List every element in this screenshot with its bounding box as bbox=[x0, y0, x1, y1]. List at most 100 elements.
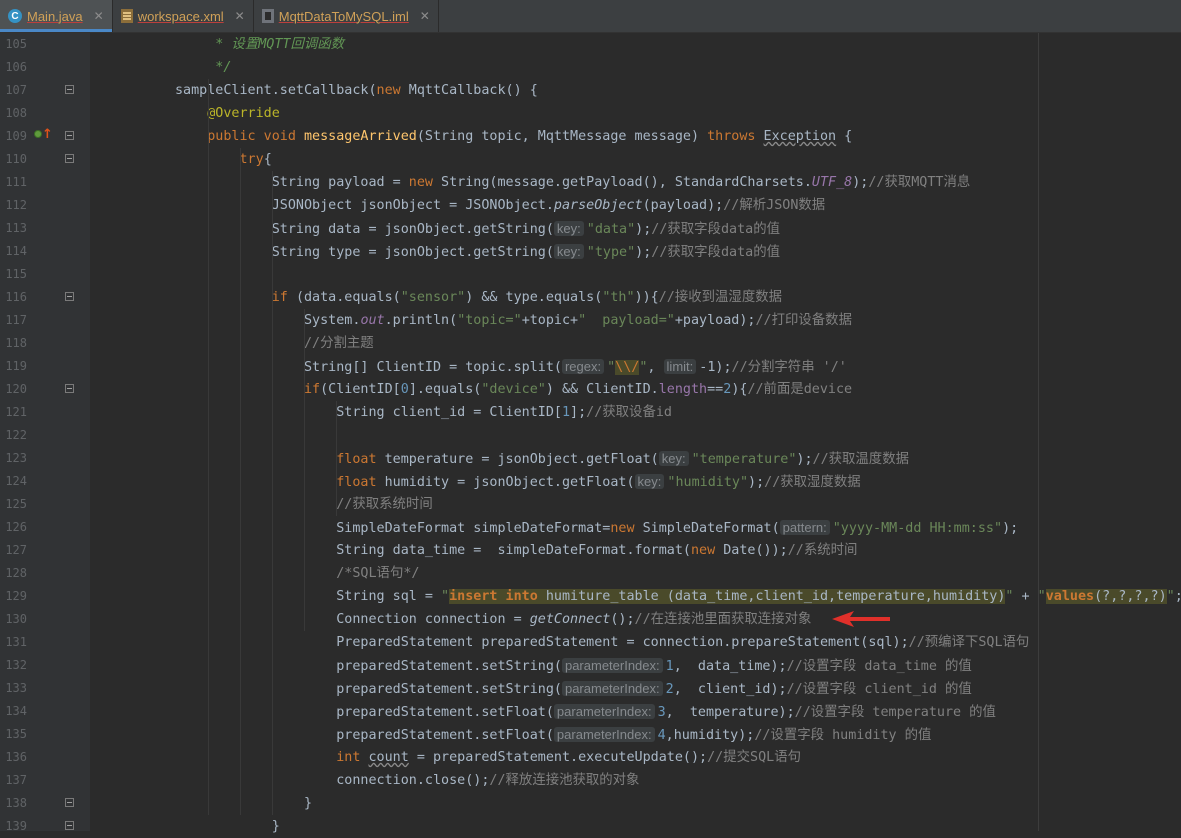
code-text: int count = preparedStatement.executeUpd… bbox=[175, 746, 801, 769]
tab-xml[interactable]: workspace.xml ✕ bbox=[113, 0, 254, 32]
code-token: , data_time); bbox=[673, 659, 787, 674]
code-line[interactable]: 105 * 设置MQTT回调函数 bbox=[0, 33, 1181, 56]
fold-marker-icon[interactable] bbox=[65, 821, 74, 830]
code-line[interactable]: 125 //获取系统时间 bbox=[0, 493, 1181, 516]
code-line[interactable]: 109 ↑ public void messageArrived(String t… bbox=[0, 125, 1181, 148]
code-token: //获取设备id bbox=[586, 405, 672, 420]
code-line[interactable]: 112 JSONObject jsonObject = JSONObject.p… bbox=[0, 194, 1181, 217]
code-line[interactable]: 121 String client_id = ClientID[1];//获取设… bbox=[0, 401, 1181, 424]
code-line[interactable]: 122 bbox=[0, 424, 1181, 447]
fold-marker-icon[interactable] bbox=[65, 798, 74, 807]
code-line[interactable]: 136 int count = preparedStatement.execut… bbox=[0, 746, 1181, 769]
code-line[interactable]: 113 String data = jsonObject.getString(k… bbox=[0, 217, 1181, 240]
line-number: 111 bbox=[5, 175, 27, 189]
code-token: count bbox=[368, 750, 409, 765]
code-line[interactable]: 118 //分割主题 bbox=[0, 332, 1181, 355]
code-line[interactable]: 129 String sql = "insert into humiture_t… bbox=[0, 585, 1181, 608]
code-text: sampleClient.setCallback(new MqttCallbac… bbox=[175, 79, 538, 102]
code-token: " bbox=[607, 360, 616, 375]
code-line[interactable]: 119 String[] ClientID = topic.split(rege… bbox=[0, 355, 1181, 378]
code-line[interactable]: 137 connection.close();//释放连接池获取的对象 bbox=[0, 769, 1181, 792]
code-token: { bbox=[263, 152, 272, 167]
code-text: float temperature = jsonObject.getFloat(… bbox=[175, 447, 909, 471]
code-token: if bbox=[304, 382, 321, 397]
code-line[interactable]: 123 float temperature = jsonObject.getFl… bbox=[0, 447, 1181, 470]
code-token: new bbox=[376, 83, 409, 98]
line-number: 114 bbox=[5, 244, 27, 258]
tab-label: Main.java bbox=[27, 8, 83, 24]
line-number: 120 bbox=[5, 382, 27, 396]
code-text: System.out.println("topic="+topic+" payl… bbox=[175, 309, 852, 332]
parameter-hint: parameterIndex: bbox=[561, 658, 663, 673]
code-editor[interactable]: 105 * 设置MQTT回调函数 106 */107 sampleClient.se… bbox=[0, 33, 1181, 834]
code-token: ){ bbox=[731, 382, 748, 397]
close-tab-icon[interactable]: ✕ bbox=[94, 9, 104, 23]
close-tab-icon[interactable]: ✕ bbox=[235, 9, 245, 23]
code-line[interactable]: 131 PreparedStatement preparedStatement … bbox=[0, 631, 1181, 654]
code-token: ; bbox=[1175, 589, 1181, 604]
code-text: Connection connection = getConnect();//在… bbox=[175, 608, 811, 631]
fold-marker-icon[interactable] bbox=[65, 154, 74, 163]
close-tab-icon[interactable]: ✕ bbox=[420, 9, 430, 23]
code-token: temperature = jsonObject.getFloat( bbox=[384, 452, 659, 467]
parameter-hint: key: bbox=[658, 451, 689, 466]
code-token: //设置字段 data_time 的值 bbox=[786, 659, 972, 674]
code-line[interactable]: 108 @Override bbox=[0, 102, 1181, 125]
tab-java[interactable]: C Main.java ✕ bbox=[0, 0, 113, 32]
indent-guide bbox=[208, 79, 209, 815]
code-token: ); bbox=[1002, 521, 1019, 536]
code-token: +payload); bbox=[674, 313, 756, 328]
code-line[interactable]: 127 String data_time = simpleDateFormat.… bbox=[0, 539, 1181, 562]
parameter-hint: parameterIndex: bbox=[553, 727, 655, 742]
line-number: 132 bbox=[5, 658, 27, 672]
code-line[interactable]: 120 if(ClientID[0].equals("device") && C… bbox=[0, 378, 1181, 401]
code-line[interactable]: 135 preparedStatement.setFloat(parameter… bbox=[0, 723, 1181, 746]
fold-marker-icon[interactable] bbox=[65, 292, 74, 301]
code-line[interactable]: 106 */ bbox=[0, 56, 1181, 79]
fold-marker-icon[interactable] bbox=[65, 85, 74, 94]
code-line[interactable]: 114 String type = jsonObject.getString(k… bbox=[0, 240, 1181, 263]
code-line[interactable]: 115 bbox=[0, 263, 1181, 286]
code-token: "th" bbox=[602, 290, 635, 305]
editor-tab-bar: C Main.java ✕ workspace.xml ✕ MqttDataToMySQL… bbox=[0, 0, 1181, 33]
code-line[interactable]: 138 } bbox=[0, 792, 1181, 815]
code-token: Date()); bbox=[723, 543, 788, 558]
code-text: preparedStatement.setString(parameterInd… bbox=[175, 654, 972, 678]
fold-marker-icon[interactable] bbox=[65, 131, 74, 140]
code-token: values bbox=[1045, 589, 1095, 604]
code-text: /*SQL语句*/ bbox=[175, 562, 419, 585]
code-line[interactable]: 132 preparedStatement.setString(paramete… bbox=[0, 654, 1181, 677]
implements-method-icon[interactable] bbox=[34, 130, 42, 138]
code-line[interactable]: 107 sampleClient.setCallback(new MqttCall… bbox=[0, 79, 1181, 102]
code-token: "humidity" bbox=[667, 475, 749, 490]
code-token: //前面是device bbox=[747, 382, 853, 397]
tab-iml[interactable]: MqttDataToMySQL.iml ✕ bbox=[254, 0, 439, 32]
code-token: String payload = bbox=[175, 175, 409, 190]
code-line[interactable]: 126 SimpleDateFormat simpleDateFormat=ne… bbox=[0, 516, 1181, 539]
code-line[interactable]: 134 preparedStatement.setFloat(parameter… bbox=[0, 700, 1181, 723]
code-line[interactable]: 110 try{ bbox=[0, 148, 1181, 171]
code-line[interactable]: 116 if (data.equals("sensor") && type.eq… bbox=[0, 286, 1181, 309]
code-token: "topic=" bbox=[457, 313, 522, 328]
override-up-arrow-icon[interactable]: ↑ bbox=[42, 127, 53, 143]
code-line[interactable]: 124 float humidity = jsonObject.getFloat… bbox=[0, 470, 1181, 493]
code-line[interactable]: 117 System.out.println("topic="+topic+" … bbox=[0, 309, 1181, 332]
code-line[interactable]: 111 String payload = new String(message.… bbox=[0, 171, 1181, 194]
code-line[interactable]: 130 Connection connection = getConnect()… bbox=[0, 608, 1181, 631]
code-line[interactable]: 128 /*SQL语句*/ bbox=[0, 562, 1181, 585]
line-number: 126 bbox=[5, 520, 27, 534]
code-token: { bbox=[836, 129, 853, 144]
fold-marker-icon[interactable] bbox=[65, 384, 74, 393]
code-token: "yyyy-MM-dd HH:mm:ss" bbox=[832, 521, 1003, 536]
code-token: */ bbox=[175, 60, 232, 75]
code-line[interactable]: 139 } bbox=[0, 815, 1181, 838]
code-token: , bbox=[647, 360, 664, 375]
code-token: //在连接池里面获取连接对象 bbox=[634, 612, 812, 627]
code-text: * 设置MQTT回调函数 bbox=[175, 33, 344, 56]
code-token: float bbox=[336, 475, 385, 490]
code-token: (); bbox=[610, 612, 635, 627]
code-token: 1 bbox=[561, 405, 571, 420]
code-line[interactable]: 133 preparedStatement.setString(paramete… bbox=[0, 677, 1181, 700]
